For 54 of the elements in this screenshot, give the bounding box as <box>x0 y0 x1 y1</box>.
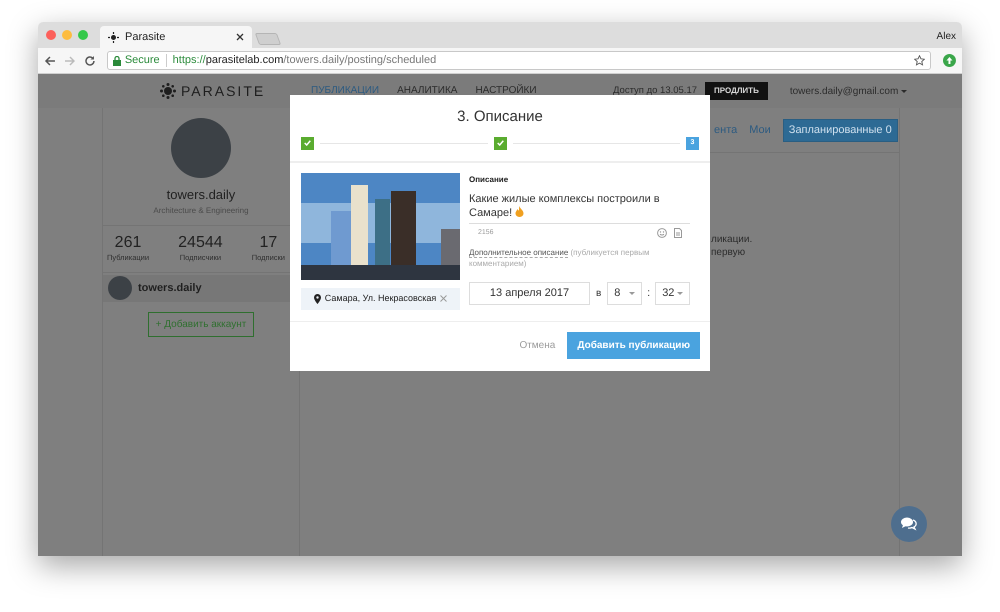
extra-description-note: Дополнительное описание (публикуется первым комментарием) <box>469 247 651 269</box>
caret-icon <box>629 292 636 295</box>
stat-value: 24544 <box>178 234 223 252</box>
minute-select[interactable]: 32 <box>655 282 690 305</box>
caret-icon <box>901 90 908 92</box>
hour-select[interactable]: 8 <box>607 282 642 305</box>
description-field[interactable]: Какие жилые комплексы построили в Самаре! <box>469 192 690 224</box>
logo-icon <box>160 83 176 99</box>
reload-icon[interactable] <box>84 54 96 66</box>
url-text: https://parasitelab.com/towers.daily/posting/scheduled <box>172 53 436 68</box>
location-text: Самара, Ул. Некрасовская <box>324 292 436 305</box>
stat-value: 261 <box>114 234 142 252</box>
remove-icon[interactable] <box>440 295 448 302</box>
content-text: первую <box>711 246 746 259</box>
logo-text: PARASITE <box>181 82 266 100</box>
smiley-icon[interactable] <box>657 228 667 238</box>
profile-name[interactable]: Alex <box>936 29 956 44</box>
chat-icon[interactable] <box>891 506 927 542</box>
date-field[interactable]: 13 апреля 2017 <box>469 282 590 305</box>
browser-tab[interactable]: Parasite <box>100 26 252 48</box>
tab-title: Parasite <box>125 30 166 45</box>
document-icon[interactable] <box>674 228 682 238</box>
time-separator: : <box>647 286 650 302</box>
forward-icon[interactable] <box>64 54 76 66</box>
pin-icon <box>314 294 321 304</box>
extension-icon[interactable] <box>943 54 956 67</box>
maximize-window-icon[interactable] <box>78 30 88 40</box>
account-menu[interactable]: towers.daily@gmail.com <box>790 84 898 98</box>
close-window-icon[interactable] <box>46 30 56 40</box>
nav-tab[interactable]: НАСТРОЙКИ <box>475 83 537 99</box>
cancel-button[interactable]: Отмена <box>519 338 556 352</box>
flame-icon <box>515 206 524 216</box>
dialog-title: 3. Описание <box>456 107 544 127</box>
address-bar[interactable]: Secure https://parasitelab.com/towers.daily/posting/scheduled <box>106 51 932 70</box>
sun-icon <box>108 32 119 42</box>
secure-label: Secure <box>124 53 160 68</box>
at-label: в <box>596 287 602 301</box>
back-icon[interactable] <box>44 54 56 66</box>
description-label: Описание <box>469 174 510 186</box>
stat-value: 17 <box>259 234 278 252</box>
lock-icon <box>112 56 121 66</box>
add-post-button[interactable]: Добавить публикацию <box>567 332 700 358</box>
content-tab[interactable]: Запланированные 0 <box>782 119 898 142</box>
new-tab-button[interactable] <box>254 33 282 45</box>
content-text: ликации. <box>711 233 754 246</box>
renew-button[interactable]: ПРОДЛИТЬ <box>705 82 768 100</box>
profile-name: towers.daily <box>166 186 236 204</box>
extra-description-link[interactable]: Дополнительное описание <box>469 248 568 258</box>
nav-tab[interactable]: АНАЛИТИКА <box>397 83 458 99</box>
star-icon[interactable] <box>914 55 926 66</box>
close-tab-icon[interactable] <box>236 33 244 41</box>
account-avatar <box>108 276 132 300</box>
caret-icon <box>677 292 684 295</box>
access-text: Доступ до 13.05.17 <box>613 84 698 98</box>
